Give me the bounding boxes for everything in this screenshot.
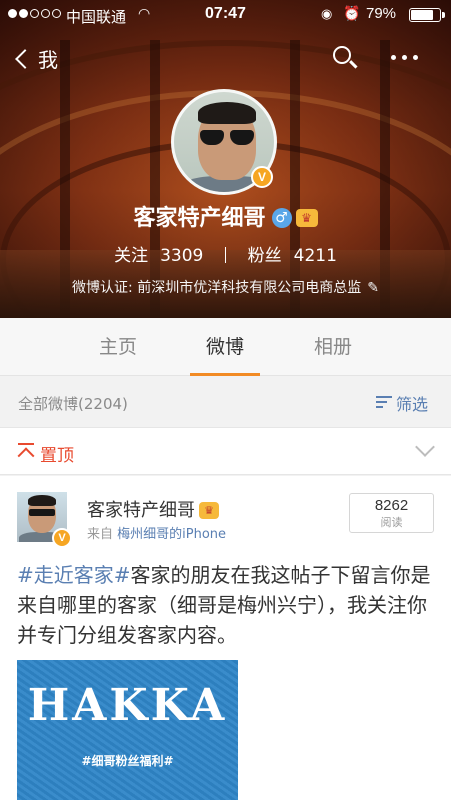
pinned-label: 置顶 <box>40 446 74 466</box>
profile-name: 客家特产细哥 <box>133 206 266 231</box>
profile-header: 中国联通 ◠ 07:47 ◉ ⏰ 79% 我 V 客家特产细哥 ♂ ♛ 关注 3309… <box>0 0 451 318</box>
divider <box>224 247 227 263</box>
verified-badge-icon: V <box>251 166 273 188</box>
pinned-header[interactable]: 置顶 <box>0 427 451 475</box>
verification-info[interactable]: 微博认证: 前深圳市优洋科技有限公司电商总监 ✎ <box>0 277 451 297</box>
more-icon <box>391 55 396 60</box>
profile-tabs: 主页 微博 相册 <box>0 318 451 376</box>
read-label: 阅读 <box>380 516 403 529</box>
hashtag-link[interactable]: #走近客家# <box>17 563 131 587</box>
chevron-down-icon[interactable] <box>415 437 435 457</box>
post-text: #走近客家#客家的朋友在我这帖子下留言你是来自哪里的客家（细哥是梅州兴宁），我关… <box>17 560 437 650</box>
read-count: 8262 <box>374 497 409 514</box>
filter-button[interactable]: 筛选 <box>376 391 428 415</box>
search-button[interactable] <box>331 44 361 74</box>
chevron-left-icon <box>15 48 35 69</box>
pin-top-icon <box>17 443 35 465</box>
image-subtitle: #细哥粉丝福利# <box>81 754 174 768</box>
source-device-link[interactable]: 梅州细哥的iPhone <box>117 527 226 542</box>
profile-name-row: 客家特产细哥 ♂ ♛ <box>0 200 451 232</box>
following-link[interactable]: 关注 3309 <box>114 246 203 266</box>
vip-crown-icon: ♛ <box>295 209 318 227</box>
back-label: 我 <box>38 48 58 72</box>
status-bar: 中国联通 ◠ 07:47 ◉ ⏰ 79% <box>0 0 451 30</box>
vip-crown-icon: ♛ <box>199 502 219 519</box>
alarm-icon: ⏰ <box>343 5 361 21</box>
rotation-lock-icon: ◉ <box>321 6 333 21</box>
battery-icon <box>409 8 445 22</box>
tab-album[interactable]: 相册 <box>298 318 368 376</box>
image-title: HAKKA <box>27 680 228 731</box>
back-button[interactable]: 我 <box>14 44 58 73</box>
post-image[interactable]: HAKKA #细哥粉丝福利# <box>17 660 238 800</box>
followers-link[interactable]: 粉丝 4211 <box>248 246 337 266</box>
edit-icon: ✎ <box>367 280 379 296</box>
filter-bar: 全部微博(2204) 筛选 <box>0 377 451 427</box>
post-card[interactable]: V 客家特产细哥 ♛ 来自 梅州细哥的iPhone 8262 阅读 #走近客家#客… <box>0 476 451 800</box>
follow-stats: 关注 3309 粉丝 4211 <box>0 241 451 266</box>
tab-weibo[interactable]: 微博 <box>190 318 260 376</box>
tab-home[interactable]: 主页 <box>83 318 153 376</box>
post-count: 全部微博(2204) <box>18 395 128 413</box>
battery-percent: 79% <box>366 5 397 22</box>
filter-icon <box>376 396 392 411</box>
male-icon: ♂ <box>271 208 292 228</box>
more-button[interactable] <box>391 55 418 60</box>
post-source: 来自 梅州细哥的iPhone <box>87 527 227 542</box>
verified-badge-icon: V <box>52 528 72 548</box>
read-count-button[interactable]: 8262 阅读 <box>349 493 434 533</box>
post-author[interactable]: 客家特产细哥 ♛ <box>87 496 219 522</box>
